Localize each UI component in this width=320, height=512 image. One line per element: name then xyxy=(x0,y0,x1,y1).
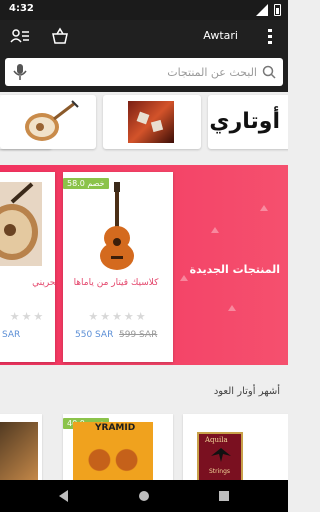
guitar-image-icon xyxy=(100,182,134,270)
pyramid-logo: YRAMID xyxy=(95,423,136,433)
product-name: كلاسيك قيتار من ياماها xyxy=(73,278,159,288)
app-bar: Awtari xyxy=(0,20,288,52)
new-products-title: المنتجات الجديدة xyxy=(189,263,280,276)
pyramid-package: YRAMID xyxy=(73,422,153,484)
product-name: عود بحريني xyxy=(32,278,55,288)
string-card-aquila[interactable]: Aquila Strings xyxy=(183,414,288,484)
decor xyxy=(180,275,188,281)
battery-icon xyxy=(274,4,281,16)
account-menu-icon[interactable] xyxy=(10,26,30,46)
app-title: Awtari xyxy=(203,29,238,42)
decor xyxy=(211,227,219,233)
awtari-logo: أوتاري xyxy=(209,109,280,134)
mic-icon[interactable] xyxy=(12,63,28,81)
signal-icon xyxy=(256,4,268,16)
search-area xyxy=(0,52,288,92)
brand-card-strings[interactable] xyxy=(103,95,201,149)
home-icon[interactable] xyxy=(136,488,152,504)
app-screen: 4:32 Awtari البحث عن المنتجات أوتاري الم… xyxy=(0,0,288,512)
product-price: SAR xyxy=(2,330,21,340)
oud-image-icon xyxy=(0,182,42,266)
string-card[interactable] xyxy=(0,414,42,484)
brand-photo xyxy=(128,101,174,143)
system-nav-bar xyxy=(0,480,288,512)
search-icon[interactable] xyxy=(262,65,276,79)
brand-card-awtari[interactable]: أوتاري xyxy=(208,95,288,149)
eagle-icon xyxy=(211,448,231,462)
status-time: 4:32 xyxy=(9,3,34,14)
recents-icon[interactable] xyxy=(216,488,232,504)
aquila-package: Aquila Strings xyxy=(197,432,243,484)
product-card-guitar[interactable]: خصم 58.0 كلاسيك قيتار من ياماها ★★★★★ 55… xyxy=(63,172,173,362)
product-price: 550 SAR xyxy=(75,330,114,340)
popular-strings-title: أشهر أوتار العود xyxy=(213,386,280,397)
cart-icon[interactable] xyxy=(50,26,70,46)
aquila-logo: Aquila xyxy=(205,436,228,444)
brand-card-oud[interactable] xyxy=(0,95,96,149)
rating-stars: ★★★ xyxy=(9,310,46,323)
oud-photo xyxy=(0,422,38,484)
aquila-sub: Strings xyxy=(209,468,231,475)
string-card-pyramid[interactable]: خصم 40.0 YRAMID xyxy=(63,414,173,484)
decor xyxy=(228,305,236,311)
search-box xyxy=(5,58,283,86)
pyramid-graphic xyxy=(79,440,147,480)
back-icon[interactable] xyxy=(56,488,72,504)
oud-image-icon xyxy=(25,100,79,141)
product-old-price: 599 SAR xyxy=(119,330,158,340)
decor xyxy=(260,205,268,211)
search-input[interactable] xyxy=(37,63,257,81)
overflow-menu-icon[interactable] xyxy=(260,26,280,46)
rating-stars: ★★★★★ xyxy=(88,310,148,323)
status-bar: 4:32 xyxy=(0,0,288,20)
brands-strip: أوتاري xyxy=(0,92,288,152)
product-card-oud[interactable]: عود بحريني ★★★ SAR xyxy=(0,172,55,362)
